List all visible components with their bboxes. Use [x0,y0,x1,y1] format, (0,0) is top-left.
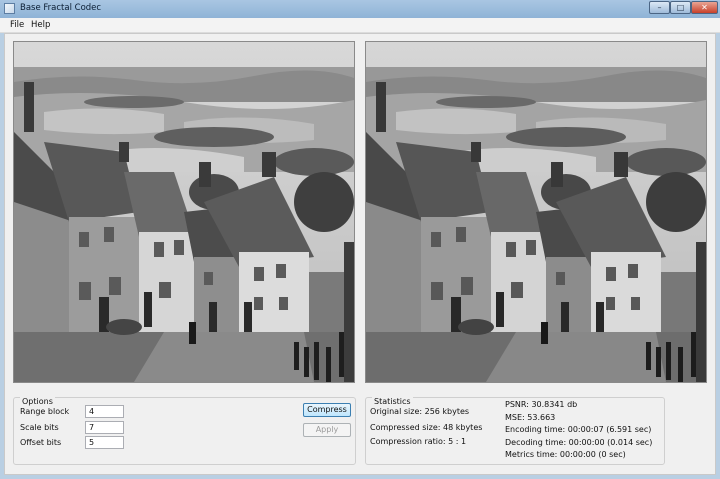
scale-bits-input[interactable]: 7 [85,421,124,434]
offset-bits-label: Offset bits [20,438,62,447]
scale-bits-label: Scale bits [20,423,59,432]
maximize-button[interactable]: □ [670,1,691,14]
decoding-time-text: Decoding time: 00:00:00 (0.014 sec) [505,438,653,447]
statistics-title: Statistics [372,397,413,406]
range-block-input[interactable]: 4 [85,405,124,418]
compress-button[interactable]: Compress [303,403,351,417]
app-icon [4,3,15,14]
window-title: Base Fractal Codec [20,3,102,13]
close-button[interactable]: ✕ [691,1,718,14]
minimize-button[interactable]: – [649,1,670,14]
psnr-text: PSNR: 30.8341 db [505,400,578,409]
menu-help[interactable]: Help [31,20,50,30]
compression-ratio-text: Compression ratio: 5 : 1 [370,437,467,446]
original-image [13,41,355,383]
metrics-time-text: Metrics time: 00:00:00 (0 sec) [505,450,626,459]
title-bar: Base Fractal Codec – □ ✕ [0,0,720,18]
menu-bar: File Help [0,18,720,33]
compressed-image [365,41,707,383]
offset-bits-input[interactable]: 5 [85,436,124,449]
mse-text: MSE: 53.663 [505,413,556,422]
original-size-text: Original size: 256 kbytes [370,407,470,416]
apply-button[interactable]: Apply [303,423,351,437]
compressed-size-text: Compressed size: 48 kbytes [370,423,483,432]
options-title: Options [20,397,55,406]
menu-file[interactable]: File [10,20,24,30]
encoding-time-text: Encoding time: 00:00:07 (6.591 sec) [505,425,652,434]
range-block-label: Range block [20,407,70,416]
